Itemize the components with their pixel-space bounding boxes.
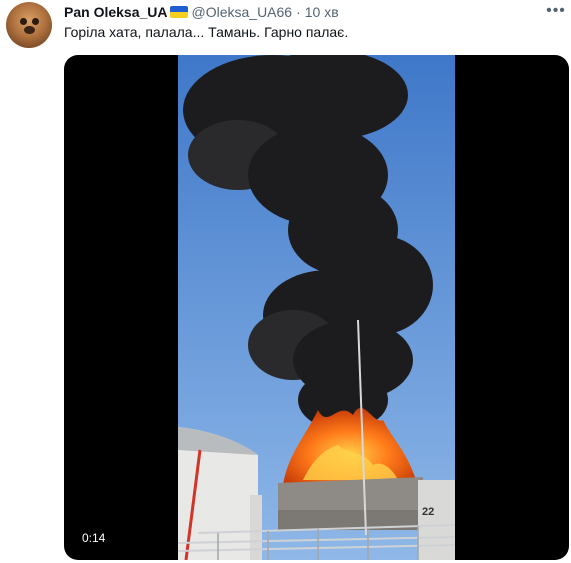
ukraine-flag-icon — [169, 6, 188, 18]
author-handle[interactable]: @Oleksa_UA66 — [192, 4, 293, 20]
tank-number: 22 — [422, 506, 434, 518]
avatar[interactable] — [6, 2, 52, 48]
tweet-header: Pan Oleksa_UA @Oleksa_UA66 · 10 хв — [64, 3, 339, 21]
avatar-eye — [32, 18, 39, 25]
video-timestamp: 0:14 — [82, 531, 106, 545]
video-player[interactable]: 22 0:14 — [64, 55, 569, 560]
tweet[interactable]: Pan Oleksa_UA @Oleksa_UA66 · 10 хв ••• Г… — [0, 0, 571, 563]
tweet-time[interactable]: 10 хв — [305, 4, 339, 20]
avatar-eye — [20, 18, 27, 25]
separator: · — [296, 4, 301, 20]
author-name[interactable]: Pan Oleksa_UA — [64, 4, 168, 20]
video-frame: 22 — [178, 55, 455, 560]
avatar-nose — [24, 26, 35, 34]
more-icon[interactable]: ••• — [545, 2, 567, 20]
tweet-text: Горіла хата, палала... Тамань. Гарно пал… — [64, 24, 349, 40]
